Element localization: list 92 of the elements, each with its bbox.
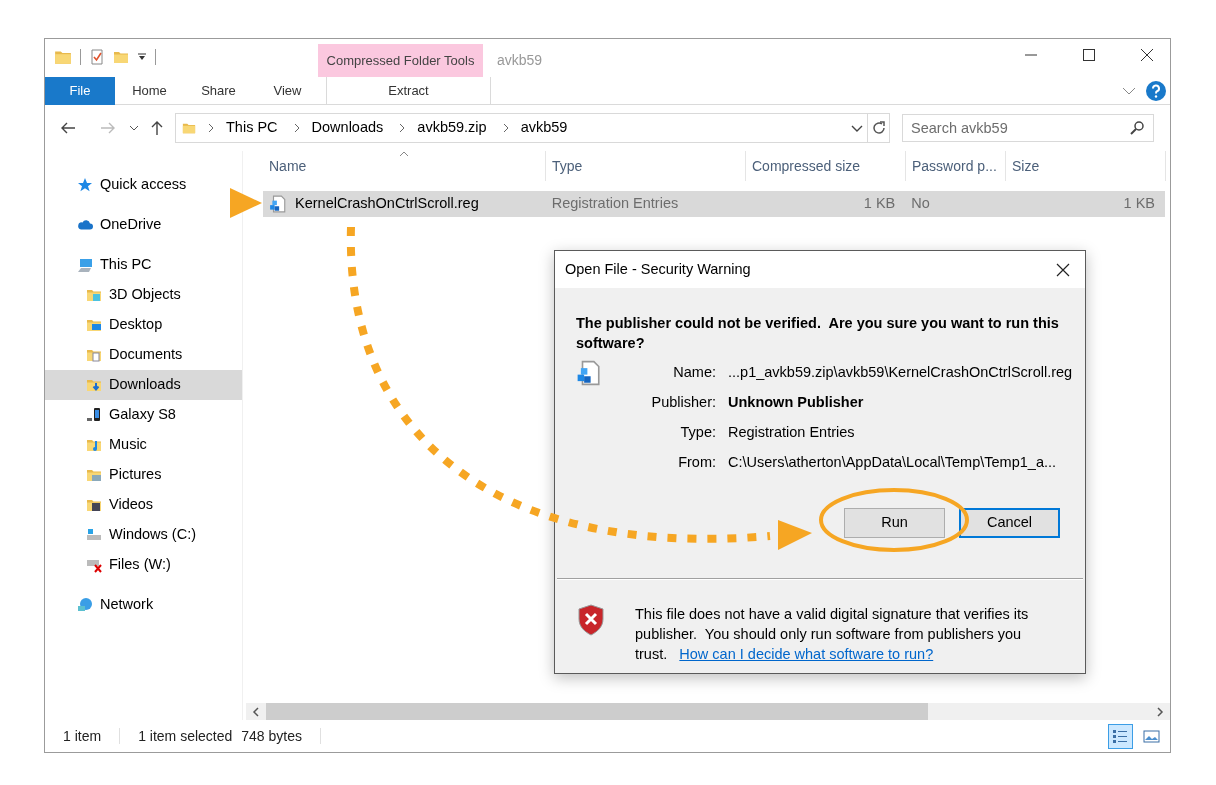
status-text: 748 bytes — [241, 726, 302, 746]
search-field[interactable]: Search avkb59 — [902, 114, 1154, 142]
address-bar[interactable]: This PC Downloads avkb59.zip avkb59 — [175, 113, 868, 143]
column-header[interactable]: Type — [546, 151, 746, 181]
nav-item[interactable]: Desktop — [45, 310, 242, 340]
nav-item[interactable]: This PC — [45, 250, 242, 280]
file-name: KernelCrashOnCtrlScroll.reg — [295, 194, 479, 214]
horizontal-scrollbar[interactable] — [246, 703, 1170, 720]
nav-item[interactable]: Files (W:) — [45, 550, 242, 580]
breadcrumb[interactable]: This PC — [222, 117, 282, 139]
chevron-icon — [252, 706, 260, 717]
chevron-icon — [1156, 706, 1164, 717]
cloud-icon — [77, 217, 93, 233]
table-cell-text: Registration Entries — [550, 194, 680, 214]
column-header[interactable]: Password p... — [906, 151, 1006, 181]
nav-item[interactable]: Music — [45, 430, 242, 460]
details-view-button[interactable] — [1108, 723, 1133, 749]
question-text: The publisher could not be verified. Are you sure you want to run this software? — [575, 314, 1060, 353]
field-label: Publisher: — [650, 393, 717, 413]
file-row[interactable]: KernelCrashOnCtrlScroll.reg Registration Entries 1 KB No 1 KB — [263, 191, 1165, 217]
folder-icon — [86, 347, 102, 363]
caret-icon[interactable] — [129, 123, 139, 133]
star-icon — [77, 177, 93, 193]
help-link[interactable]: How can I decide what software to run? — [679, 646, 934, 662]
computer-icon — [77, 257, 93, 273]
column-header[interactable]: Compressed size — [746, 151, 906, 181]
search-icon — [1129, 120, 1145, 136]
table-cell-text: No — [910, 194, 931, 214]
properties-icon[interactable] — [89, 48, 105, 66]
status-text: 1 item — [63, 726, 102, 746]
field-label: Name: — [672, 363, 717, 383]
chevron-icon — [206, 123, 216, 133]
dialog-button[interactable]: Run — [844, 508, 945, 538]
breadcrumb[interactable]: Downloads — [307, 117, 388, 139]
view-icon — [1143, 727, 1160, 745]
back-icon[interactable] — [60, 120, 76, 136]
view-icon — [1112, 727, 1129, 745]
network-icon — [77, 597, 93, 613]
close-icon — [1056, 262, 1070, 277]
field-label: Type: — [679, 423, 717, 443]
nav-item[interactable]: OneDrive — [45, 210, 242, 240]
folder-icon — [86, 467, 102, 483]
nav-item[interactable]: Network — [45, 590, 242, 620]
shield-icon — [577, 604, 605, 636]
nav-item[interactable]: 3D Objects — [45, 280, 242, 310]
folder-icon — [86, 287, 102, 303]
field-value: C:\Users\atherton\AppData\Local\Temp\Temp1_a... — [728, 453, 1058, 473]
table-cell-text: 1 KB — [1122, 194, 1156, 214]
refresh-button[interactable] — [868, 113, 890, 143]
column-header[interactable]: Name — [263, 151, 546, 181]
ribbon-tab[interactable]: Home — [115, 77, 184, 105]
field-value: Unknown Publisher — [728, 393, 865, 413]
nav-item[interactable]: Videos — [45, 490, 242, 520]
folder-icon — [86, 497, 102, 513]
field-label: From: — [677, 453, 717, 473]
close-icon — [1140, 48, 1154, 62]
nav-item[interactable]: Pictures — [45, 460, 242, 490]
dialog-title: Open File - Security Warning — [565, 259, 752, 279]
refresh-icon — [870, 120, 887, 136]
ribbon-tab[interactable]: Share — [184, 77, 253, 105]
maximize-icon — [1083, 49, 1095, 61]
ribbon-group-label: Compressed Folder Tools — [318, 44, 483, 77]
table-cell-text: 1 KB — [862, 194, 897, 214]
field-value: Registration Entries — [728, 423, 856, 443]
caret-icon[interactable] — [137, 52, 147, 62]
breadcrumb[interactable]: avkb59 — [516, 117, 572, 139]
nav-item[interactable]: Downloads — [45, 370, 242, 400]
column-header[interactable]: Size — [1006, 151, 1166, 181]
status-text: 1 item selected — [138, 726, 233, 746]
dialog-button[interactable]: Cancel — [959, 508, 1060, 538]
file-icon — [269, 195, 287, 213]
file-icon — [576, 359, 602, 387]
drive-icon — [86, 527, 102, 543]
up-icon[interactable] — [149, 120, 165, 136]
ribbon-tab[interactable]: View — [253, 77, 322, 105]
folder-icon — [86, 377, 102, 393]
window-title: avkb59 — [496, 51, 543, 70]
pointer-arrow — [230, 188, 262, 218]
warning-text: This file does not have a valid digital signature that verifies its publisher. You should only run software from publishers you trust. How can I decide what software to run? — [635, 605, 1030, 664]
folder-icon — [86, 317, 102, 333]
phone-icon — [86, 407, 102, 423]
nav-item[interactable]: Galaxy S8 — [45, 400, 242, 430]
scroll-thumb[interactable] — [266, 703, 928, 720]
help-icon[interactable] — [1146, 81, 1166, 101]
drive-icon — [86, 557, 102, 573]
field-value: ...p1_avkb59.zip\avkb59\KernelCrashOnCtrlScroll.reg — [728, 363, 1074, 383]
nav-item[interactable]: Documents — [45, 340, 242, 370]
file-tab[interactable]: File — [45, 77, 115, 105]
breadcrumb[interactable]: avkb59.zip — [413, 117, 491, 139]
nav-item[interactable]: Quick access — [45, 170, 242, 200]
folder-icon — [86, 437, 102, 453]
nav-item[interactable]: Windows (C:) — [45, 520, 242, 550]
